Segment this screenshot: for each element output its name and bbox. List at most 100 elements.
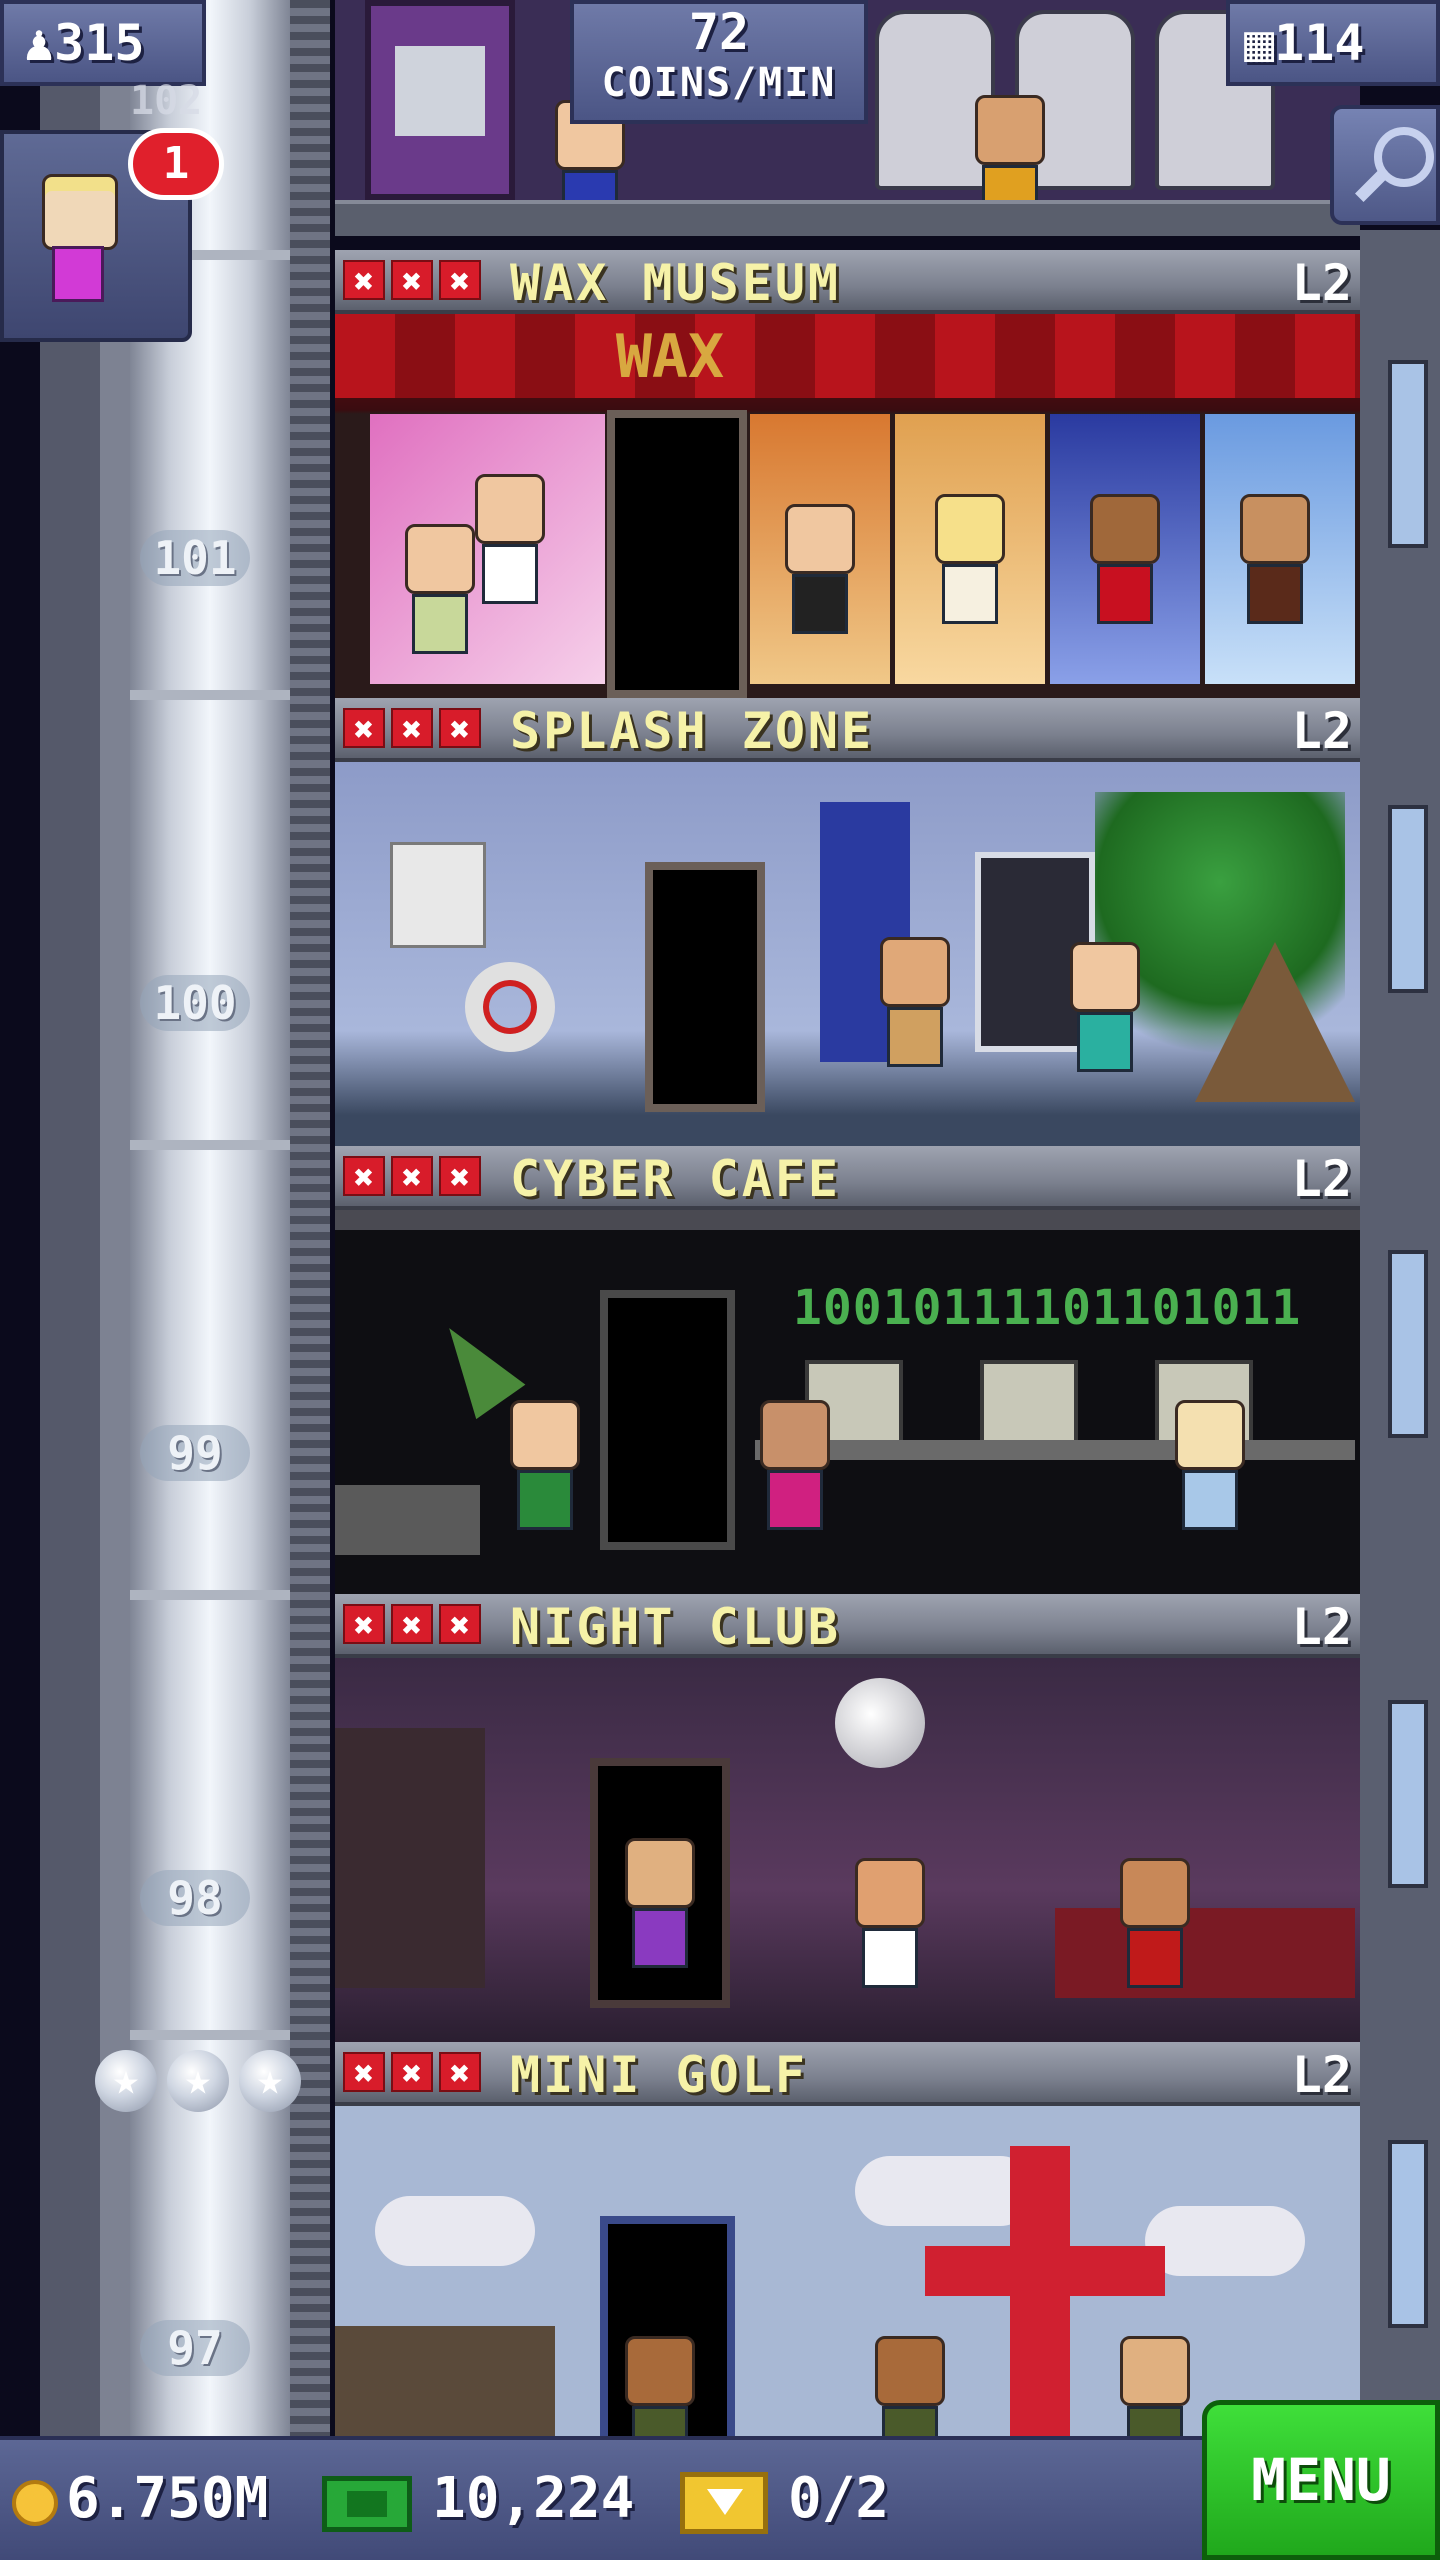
floor-level: L2	[1291, 702, 1352, 760]
bitizen[interactable]	[1175, 1400, 1245, 1530]
lounge-sofa	[1055, 1908, 1355, 1998]
ticket-count: 0/2	[788, 2466, 890, 2531]
wax-figure	[475, 474, 545, 604]
stock-marks: ✖ ✖ ✖	[343, 1604, 481, 1646]
bux-icon[interactable]	[322, 2476, 412, 2532]
population-value: 315	[54, 14, 145, 72]
empty-stock-icon: ✖	[439, 708, 481, 750]
bitizen[interactable]	[760, 1400, 830, 1530]
rating-stars: ★ ★ ★	[95, 2050, 305, 2112]
bitizen[interactable]	[1070, 942, 1140, 1072]
floor-level: L2	[1291, 1150, 1352, 1208]
stock-marks: ✖ ✖ ✖	[343, 2052, 481, 2094]
stock-marks: ✖ ✖ ✖	[343, 260, 481, 302]
floor-splash-zone[interactable]: ✖ ✖ ✖ SPLASH ZONE L2	[335, 698, 1360, 1146]
floor-scene	[335, 1658, 1360, 2042]
window	[1388, 360, 1428, 548]
floor-night-club[interactable]: ✖ ✖ ✖ NIGHT CLUB L2	[335, 1594, 1360, 2042]
bitizen[interactable]	[405, 524, 475, 654]
shaft-band	[130, 690, 290, 700]
disco-ball-icon	[835, 1678, 925, 1768]
partial-floor-number: 102	[130, 78, 203, 124]
pillar-icon	[395, 46, 485, 136]
floor-title-bar: ✖ ✖ ✖ MINI GOLF L2	[335, 2042, 1360, 2106]
person-icon: ♟	[24, 14, 55, 72]
floor-title-bar: ✖ ✖ ✖ CYBER CAFE L2	[335, 1146, 1360, 1210]
floor-number-100: 100	[140, 975, 250, 1031]
bitizen[interactable]	[880, 937, 950, 1067]
coins-per-minute: 72 COINS/MIN	[570, 0, 868, 124]
avatar-head	[42, 174, 118, 250]
floor-name: WAX MUSEUM	[510, 254, 842, 312]
curtain	[335, 314, 1360, 398]
avatar-body	[52, 246, 104, 302]
coins-balance: 6.750M	[66, 2466, 269, 2531]
computer-icon	[980, 1360, 1078, 1448]
bitizen[interactable]	[510, 1400, 580, 1530]
cloud-decoration	[1145, 2206, 1305, 2276]
floor-number-101: 101	[140, 530, 250, 586]
empty-stock-icon: ✖	[343, 1156, 385, 1198]
shaft-band	[130, 2030, 290, 2040]
floor-mini-golf[interactable]: ✖ ✖ ✖ MINI GOLF L2	[335, 2042, 1360, 2440]
binary-wall-text: 10010111101101011	[793, 1280, 1302, 1336]
floor-door	[607, 410, 747, 698]
notice-board	[390, 842, 486, 948]
empty-stock-icon: ✖	[439, 1604, 481, 1646]
bitizen[interactable]	[625, 1838, 695, 1968]
empty-stock-icon: ✖	[439, 2052, 481, 2094]
floor-door	[600, 1290, 735, 1550]
floor-cyber-cafe[interactable]: ✖ ✖ ✖ CYBER CAFE L2 10010111101101011	[335, 1146, 1360, 1594]
bar-shelves	[335, 1728, 485, 1988]
empty-stock-icon: ✖	[391, 1604, 433, 1646]
floor-number-97: 97	[140, 2320, 250, 2376]
floor-title-bar: ✖ ✖ ✖ SPLASH ZONE L2	[335, 698, 1360, 762]
floor-name: NIGHT CLUB	[510, 1598, 842, 1656]
coins-per-minute-unit: COINS/MIN	[601, 60, 837, 106]
empty-stock-icon: ✖	[391, 708, 433, 750]
stock-marks: ✖ ✖ ✖	[343, 708, 481, 750]
floor-name: MINI GOLF	[510, 2046, 808, 2104]
floor-title-bar: ✖ ✖ ✖ WAX MUSEUM L2	[335, 250, 1360, 314]
notification-badge[interactable]: 1	[128, 128, 224, 200]
floor-scene: WAX	[335, 314, 1360, 698]
menu-button[interactable]: MENU	[1202, 2400, 1440, 2560]
floor-wax-museum[interactable]: ✖ ✖ ✖ WAX MUSEUM L2 WAX	[335, 250, 1360, 698]
coins-per-minute-value: 72	[688, 3, 750, 61]
star-icon: ★	[95, 2050, 157, 2112]
floor-scene: 10010111101101011	[335, 1210, 1360, 1594]
bitizen[interactable]	[1120, 2336, 1190, 2440]
floor-count-value: 114	[1274, 14, 1365, 72]
shaft-band	[130, 1140, 290, 1150]
bitizen[interactable]	[855, 1858, 925, 1988]
window	[1388, 1250, 1428, 1438]
population-counter[interactable]: ♟315	[0, 0, 206, 86]
floor-door	[645, 862, 765, 1112]
bitizen[interactable]	[625, 2336, 695, 2440]
empty-stock-icon: ✖	[439, 260, 481, 302]
floor-level: L2	[1291, 1598, 1352, 1656]
floor-counter[interactable]: ▦114	[1226, 0, 1440, 86]
desk	[755, 1440, 1355, 1460]
wax-figure	[1240, 494, 1310, 624]
empty-stock-icon: ✖	[343, 708, 385, 750]
shaft-band	[130, 1590, 290, 1600]
empty-stock-icon: ✖	[391, 2052, 433, 2094]
wax-figure	[935, 494, 1005, 624]
fence	[335, 2326, 555, 2440]
empty-stock-icon: ✖	[391, 1156, 433, 1198]
bitizen[interactable]	[1120, 1858, 1190, 1988]
window	[1388, 805, 1428, 993]
bitizen[interactable]	[875, 2336, 945, 2440]
floor-name: SPLASH ZONE	[510, 702, 875, 760]
floor-level: L2	[1291, 2046, 1352, 2104]
floor-level: L2	[1291, 254, 1352, 312]
window	[1388, 1700, 1428, 1888]
window	[1388, 2140, 1428, 2328]
search-button[interactable]	[1330, 105, 1440, 225]
roman-numeral-sign	[365, 0, 515, 200]
life-ring-icon	[465, 962, 555, 1052]
empty-stock-icon: ✖	[343, 1604, 385, 1646]
star-icon: ★	[167, 2050, 229, 2112]
ticket-icon[interactable]	[680, 2472, 768, 2534]
